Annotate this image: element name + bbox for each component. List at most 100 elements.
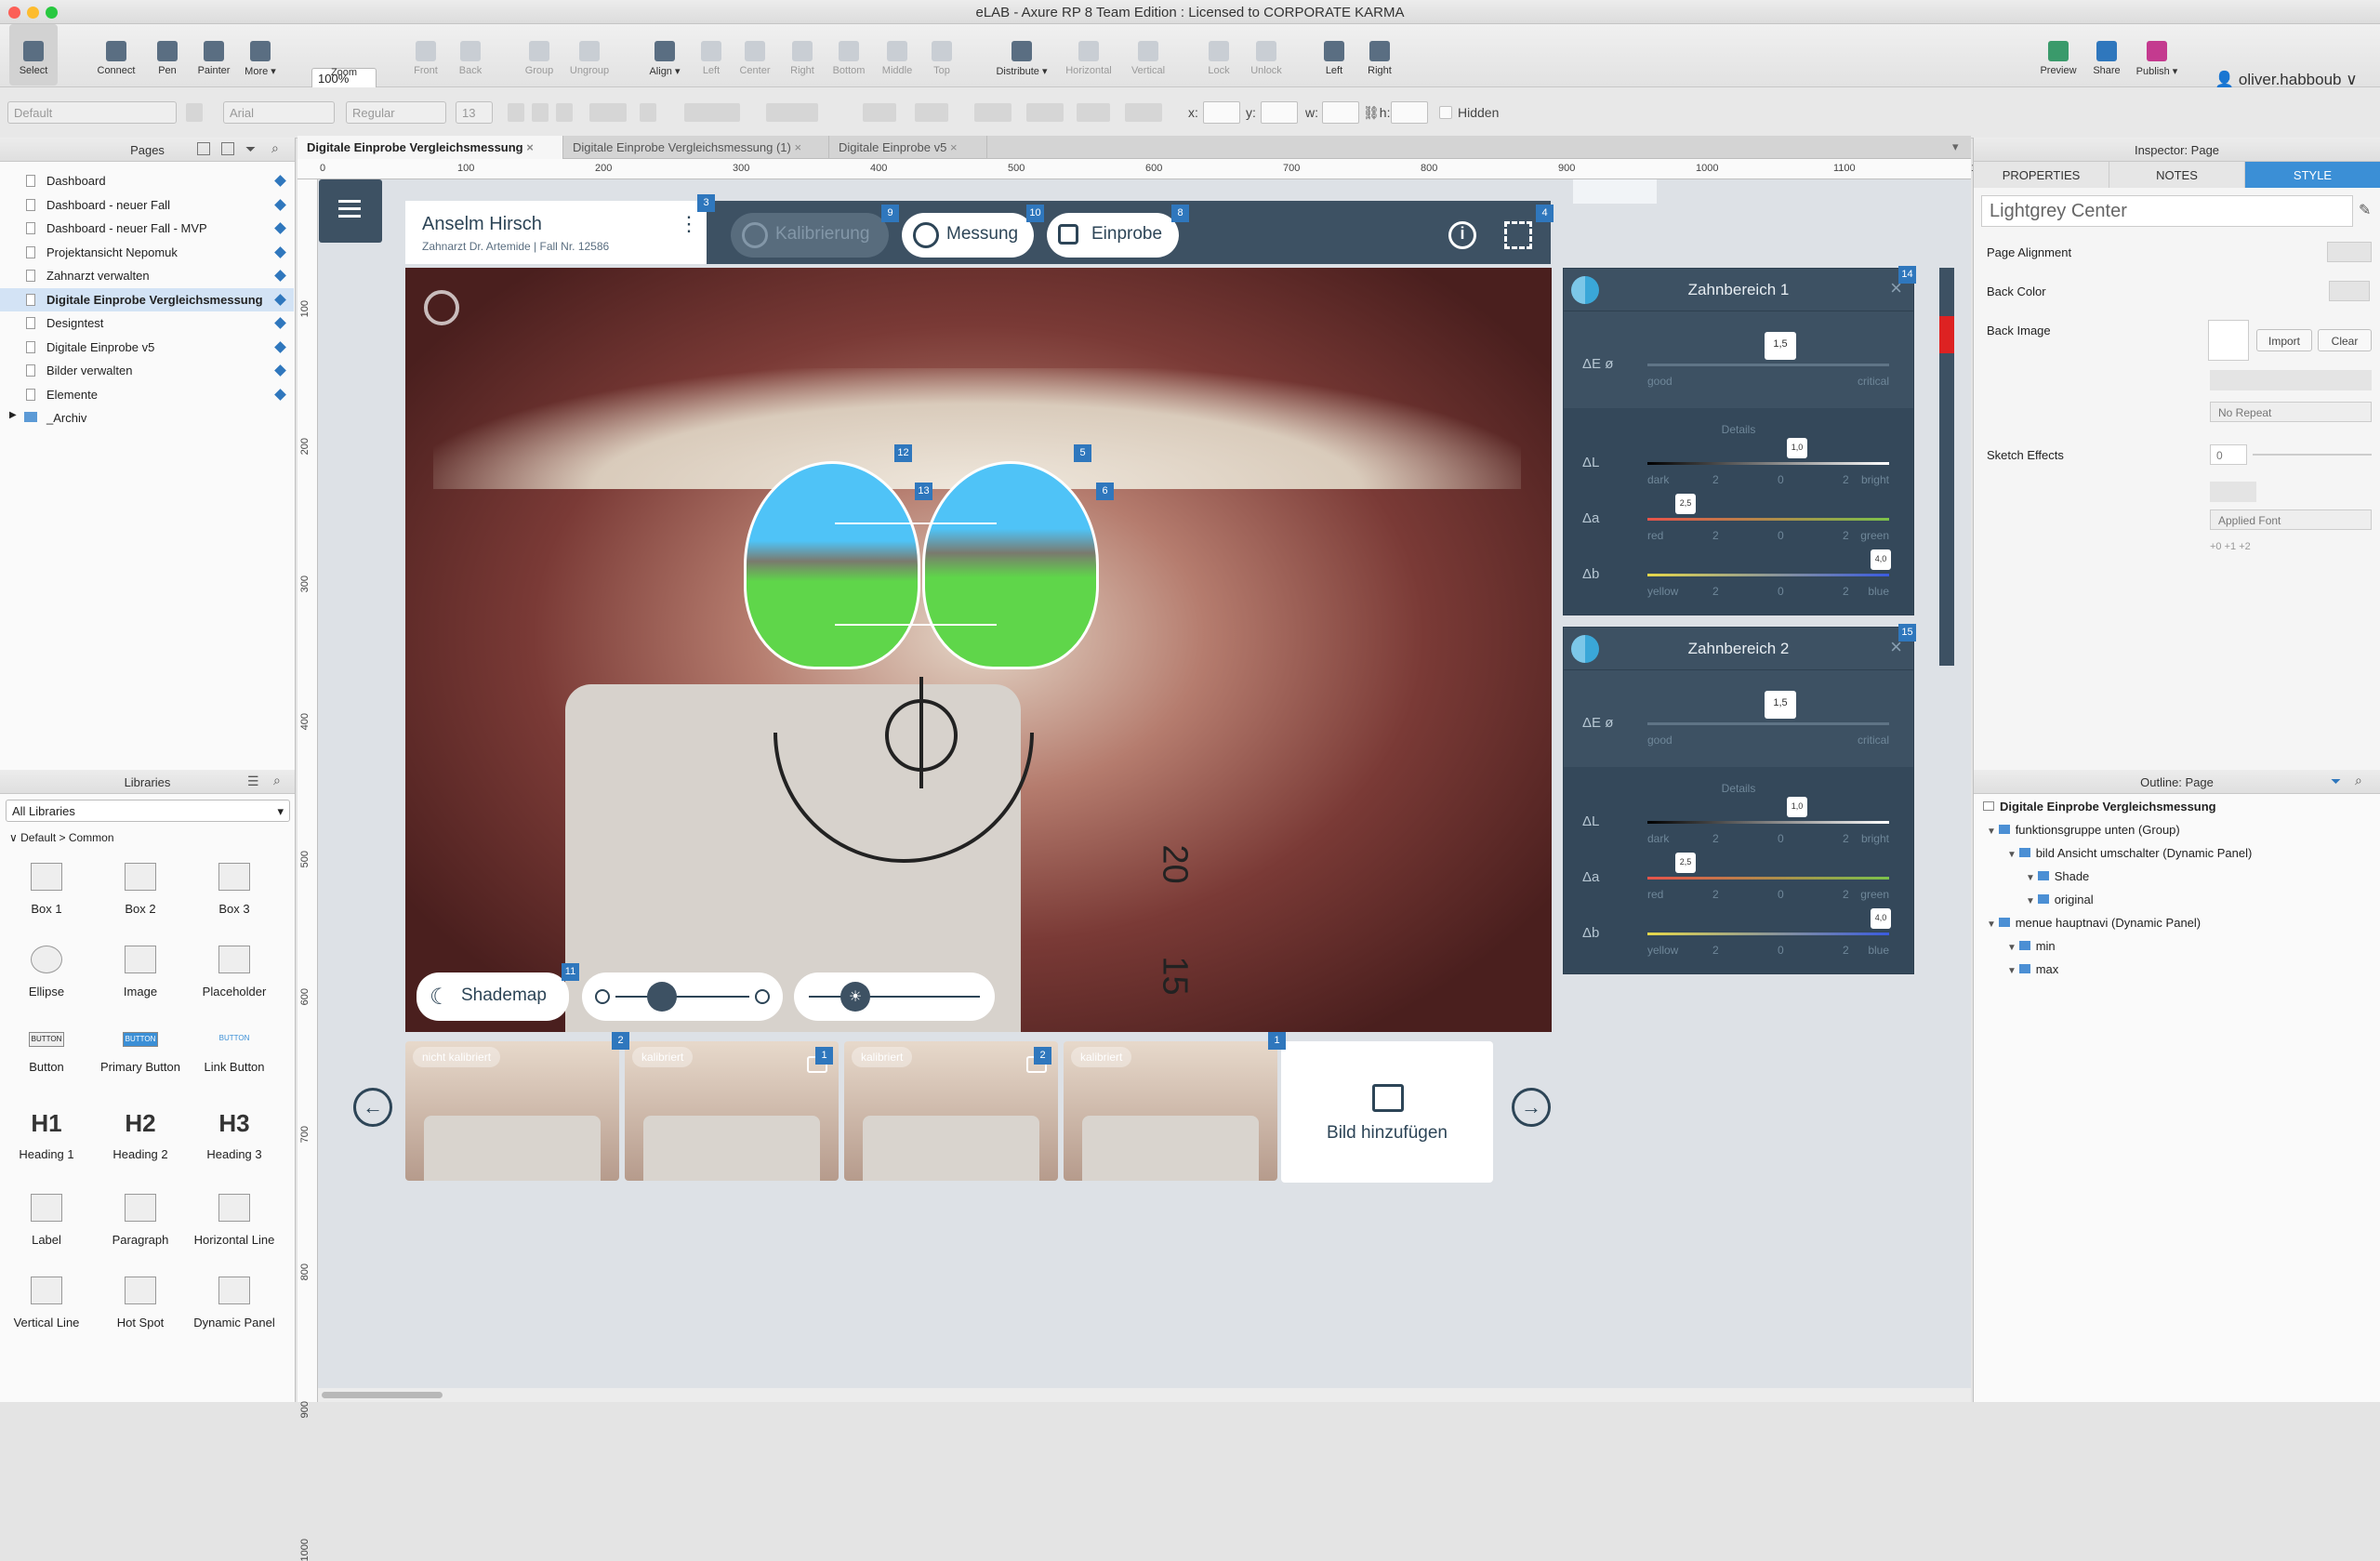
tab-style[interactable]: STYLE	[2245, 162, 2380, 188]
delta-handle[interactable]: 1,0	[1787, 797, 1807, 817]
annotation-badge[interactable]: 9	[881, 205, 899, 222]
annotation-badge[interactable]: 12	[894, 444, 912, 462]
annotation-badge[interactable]: 8	[1171, 205, 1189, 222]
link-icon[interactable]: ⛓	[1363, 105, 1380, 120]
font-weight-select[interactable]: Regular	[346, 101, 446, 124]
page-style-select[interactable]: Lightgrey Center	[1981, 195, 2353, 227]
page-item[interactable]: Bilder verwalten	[0, 359, 294, 382]
left-pane-button[interactable]: Left	[1320, 24, 1348, 86]
bullet-icon[interactable]	[640, 103, 656, 122]
widget-horizontal-line[interactable]: Horizontal Line	[188, 1184, 281, 1267]
more-tools[interactable]: More ▾	[240, 24, 281, 86]
bold-icon[interactable]	[508, 103, 524, 122]
zoom-in-icon[interactable]	[755, 989, 770, 1004]
widget-box-1[interactable]: Box 1	[0, 853, 93, 936]
front-button[interactable]: Front	[407, 24, 444, 86]
preview-button[interactable]: Preview	[2036, 24, 2081, 86]
x-input[interactable]	[1203, 101, 1240, 124]
einprobe-button[interactable]: Einprobe	[1047, 213, 1179, 258]
back-button[interactable]: Back	[452, 24, 489, 86]
shadow-icon[interactable]	[915, 103, 948, 122]
widget-label[interactable]: Label	[0, 1184, 93, 1267]
style-select[interactable]: Default	[7, 101, 177, 124]
hidden-checkbox[interactable]	[1439, 106, 1452, 119]
image-thumbnail[interactable]: kalibriert	[844, 1041, 1058, 1181]
clear-button[interactable]: Clear	[2318, 329, 2372, 351]
annotation-badge[interactable]: 15	[1898, 624, 1916, 642]
menu-button[interactable]	[319, 179, 382, 243]
tab-notes[interactable]: NOTES	[2109, 162, 2245, 188]
tab-overflow-icon[interactable]: ▾	[1952, 139, 1959, 154]
text-color-icon[interactable]	[589, 103, 627, 122]
tooth-region-2[interactable]	[922, 461, 1099, 669]
widget-paragraph[interactable]: Paragraph	[94, 1184, 187, 1267]
widget-link-button[interactable]: BUTTON Link Button	[188, 1019, 281, 1102]
prev-arrow-icon[interactable]: ←	[353, 1088, 392, 1127]
search-icon[interactable]: ⌕	[271, 140, 279, 156]
widget-ellipse[interactable]: Ellipse	[0, 936, 93, 1019]
applied-font-select[interactable]: Applied Font	[2210, 509, 2372, 530]
brightness-slider[interactable]: ☀	[794, 972, 995, 1021]
outline-item[interactable]: Digitale Einprobe Vergleichsmessung	[1983, 800, 2216, 823]
tab-2[interactable]: Digitale Einprobe Vergleichsmessung (1) …	[563, 136, 829, 159]
outline-item[interactable]: ▼ Shade	[2026, 869, 2089, 893]
annotation-badge[interactable]: 1	[815, 1047, 833, 1065]
close-icon[interactable]: ×	[950, 140, 958, 154]
page-item[interactable]: Zahnarzt verwalten	[0, 264, 294, 287]
annotation-badge[interactable]: 13	[915, 483, 932, 500]
widget-heading-3[interactable]: H3 Heading 3	[188, 1102, 281, 1184]
kalibrierung-button[interactable]: Kalibrierung	[731, 213, 889, 258]
alignment-buttons[interactable]	[2327, 242, 2372, 262]
distribute-button[interactable]: Distribute ▾	[991, 24, 1052, 86]
add-page-icon[interactable]	[197, 142, 210, 155]
widget-dynamic-panel[interactable]: Dynamic Panel	[188, 1267, 281, 1350]
delta-handle[interactable]: 4,0	[1871, 549, 1891, 570]
align-middle-button[interactable]: Middle	[876, 24, 919, 86]
annotation-badge[interactable]: 6	[1096, 483, 1114, 500]
outline-item[interactable]: ▼ bild Ansicht umschalter (Dynamic Panel…	[2007, 846, 2252, 869]
next-arrow-icon[interactable]: →	[1512, 1088, 1551, 1127]
widget-primary-button[interactable]: BUTTON Primary Button	[94, 1019, 187, 1102]
library-group[interactable]: ∨ Default > Common	[9, 831, 114, 844]
tab-3[interactable]: Digitale Einprobe v5 ×	[829, 136, 987, 159]
annotation-badge[interactable]: 11	[562, 963, 579, 981]
image-thumbnail[interactable]: kalibriert	[625, 1041, 839, 1181]
outline-item[interactable]: ▼ max	[2007, 962, 2058, 986]
sketch-slider[interactable]	[2253, 454, 2372, 456]
zoom-handle[interactable]	[647, 982, 677, 1012]
lock-button[interactable]: Lock	[1203, 24, 1235, 86]
sun-icon[interactable]: ☀	[840, 982, 870, 1012]
widget-heading-2[interactable]: H2 Heading 2	[94, 1102, 187, 1184]
repeat-select[interactable]: No Repeat	[2210, 402, 2372, 422]
library-select[interactable]: All Libraries ▾	[6, 800, 290, 822]
group-button[interactable]: Group	[521, 24, 558, 86]
widget-box-3[interactable]: Box 3	[188, 853, 281, 936]
more-vertical-icon[interactable]: ⋮	[679, 214, 699, 234]
annotation-badge[interactable]: 5	[1074, 444, 1091, 462]
widget-heading-1[interactable]: H1 Heading 1	[0, 1102, 93, 1184]
page-item[interactable]: Elemente	[0, 383, 294, 406]
widget-button[interactable]: BUTTON Button	[0, 1019, 93, 1102]
widget-box-2[interactable]: Box 2	[94, 853, 187, 936]
delta-handle[interactable]: 2,5	[1675, 494, 1696, 514]
text-align-icon[interactable]	[684, 103, 740, 122]
publish-button[interactable]: Publish ▾	[2131, 24, 2183, 86]
fill-color-icon[interactable]	[863, 103, 896, 122]
delta-handle[interactable]: 2,5	[1675, 853, 1696, 873]
scrollbar-thumb[interactable]	[322, 1392, 443, 1398]
share-button[interactable]: Share	[2088, 24, 2125, 86]
widget-hot-spot[interactable]: Hot Spot	[94, 1267, 187, 1350]
zoom-out-icon[interactable]	[595, 989, 610, 1004]
delta-handle[interactable]: 1,0	[1787, 438, 1807, 458]
image-thumbnail[interactable]: nicht kalibriert	[405, 1041, 619, 1181]
edit-style-icon[interactable]: ✎	[2359, 201, 2371, 219]
tab-1[interactable]: Digitale Einprobe Vergleichsmessung ×	[298, 136, 563, 159]
style-edit-icon[interactable]	[186, 103, 203, 122]
sketch-color-buttons[interactable]	[2210, 482, 2256, 502]
connect-tool[interactable]: Connect	[91, 24, 141, 86]
underline-icon[interactable]	[556, 103, 573, 122]
messung-button[interactable]: Messung	[902, 213, 1034, 258]
align-left-button[interactable]: Left	[695, 24, 727, 86]
italic-icon[interactable]	[532, 103, 549, 122]
font-size-select[interactable]: 13	[456, 101, 493, 124]
